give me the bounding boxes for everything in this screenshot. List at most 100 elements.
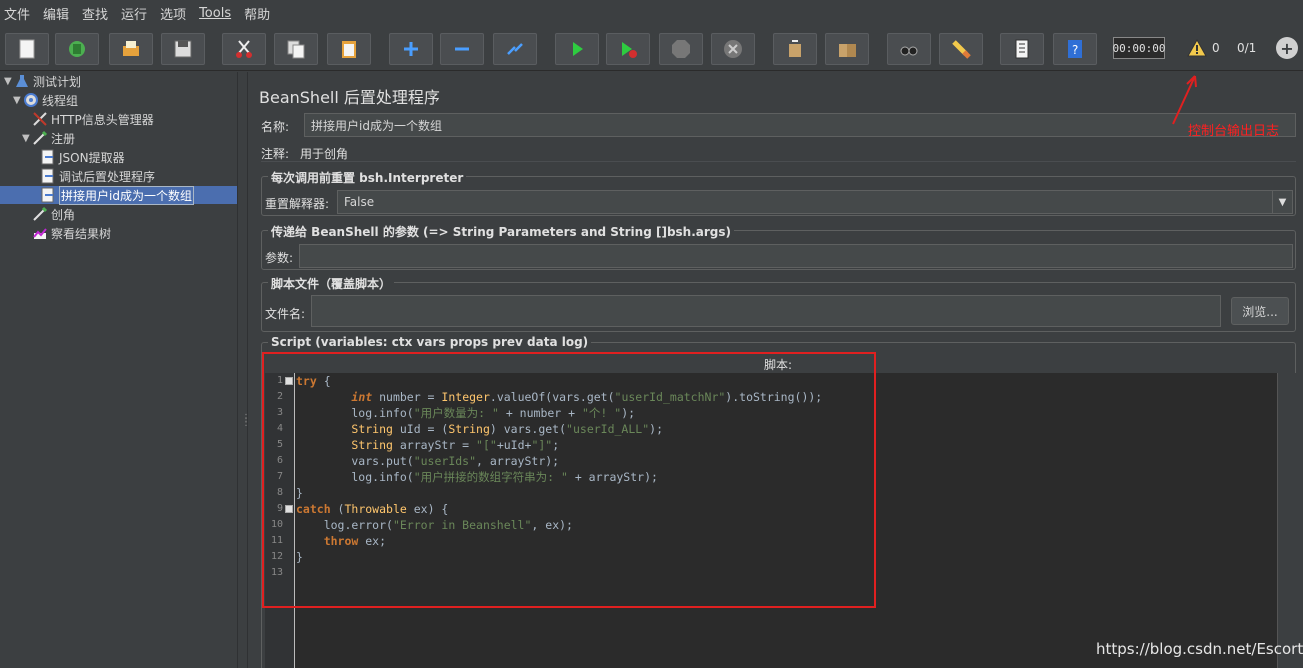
copy-icon: [287, 40, 305, 59]
tree-node-create-role[interactable]: 创角: [32, 205, 75, 223]
cut-icon: [236, 40, 252, 58]
tree-node-register[interactable]: ▼ 注册: [22, 129, 75, 147]
help-button[interactable]: ?: [1053, 33, 1097, 65]
tree-node-header-manager[interactable]: HTTP信息头管理器: [32, 110, 154, 128]
shutdown-icon: [724, 40, 742, 58]
thread-group-icon: [23, 92, 39, 108]
tree-node-thread-group[interactable]: ▼ 线程组: [13, 91, 78, 109]
name-field[interactable]: 拼接用户id成为一个数组: [304, 113, 1296, 137]
post-processor-icon: [40, 149, 56, 165]
paste-button[interactable]: [327, 33, 371, 65]
help-icon: ?: [1068, 40, 1082, 58]
watermark: https://blog.csdn.net/Escorts: [1096, 640, 1303, 658]
chevron-down-icon[interactable]: ▼: [1272, 191, 1292, 213]
function-helper-icon: [1015, 39, 1029, 59]
collapse-icon: [455, 47, 469, 51]
remote-expand-icon[interactable]: +: [1276, 37, 1298, 59]
tree-node-test-plan[interactable]: ▼ 测试计划: [4, 72, 81, 90]
toolbar: ? 00:00:00 0 0/1 +: [0, 27, 1303, 71]
script-group-title: Script (variables: ctx vars props prev d…: [268, 335, 592, 349]
header-manager-icon: [32, 111, 48, 127]
params-label: 参数:: [265, 251, 294, 265]
collapse-arrow-icon[interactable]: ▼: [13, 95, 23, 106]
menu-help[interactable]: 帮助: [244, 4, 270, 23]
paste-icon: [342, 41, 356, 58]
warning-count: 0: [1212, 41, 1220, 55]
copy-button[interactable]: [274, 33, 318, 65]
menu-file[interactable]: 文件: [4, 4, 30, 23]
menu-bar: 文件 编辑 查找 运行 选项 Tools 帮助: [0, 0, 1303, 27]
listener-icon: [32, 225, 48, 241]
clear-button[interactable]: [773, 33, 817, 65]
sampler-icon: [32, 130, 48, 146]
tree-node-debug-post-processor[interactable]: 调试后置处理程序: [40, 167, 155, 185]
save-icon: [174, 40, 192, 58]
file-group-title: 脚本文件（覆盖脚本）: [268, 275, 395, 292]
reset-select[interactable]: False ▼: [337, 190, 1293, 214]
reset-select-value: False: [344, 195, 375, 209]
clear-all-icon: [839, 44, 856, 57]
templates-icon: [69, 41, 85, 57]
menu-search[interactable]: 查找: [82, 4, 108, 23]
menu-edit[interactable]: 编辑: [43, 4, 69, 23]
expand-all-button[interactable]: [389, 33, 433, 65]
file-label: 文件名:: [265, 307, 306, 321]
open-button[interactable]: [109, 33, 153, 65]
test-plan-icon: [14, 73, 30, 89]
menu-run[interactable]: 运行: [121, 4, 147, 23]
tree-node-beanshell-post-processor[interactable]: 拼接用户id成为一个数组: [0, 185, 237, 205]
reset-interpreter-group: 每次调用前重置 bsh.Interpreter 重置解释器: False ▼: [261, 169, 1296, 216]
expand-icon: [404, 42, 418, 56]
templates-button[interactable]: [55, 33, 99, 65]
menu-tools[interactable]: Tools: [199, 6, 231, 21]
page-title: BeanShell 后置处理程序: [259, 88, 440, 107]
reset-label: 重置解释器:: [265, 197, 330, 211]
function-helper-button[interactable]: [1000, 33, 1044, 65]
save-button[interactable]: [161, 33, 205, 65]
collapse-arrow-icon[interactable]: ▼: [22, 133, 32, 144]
toggle-icon: [507, 43, 523, 55]
cut-button[interactable]: [222, 33, 266, 65]
shutdown-button[interactable]: [711, 33, 755, 65]
reset-group-title: 每次调用前重置 bsh.Interpreter: [268, 169, 467, 186]
new-button[interactable]: [5, 33, 49, 65]
stop-button[interactable]: [659, 33, 703, 65]
sampler-icon: [32, 206, 48, 222]
start-no-pause-button[interactable]: [606, 33, 650, 65]
start-button[interactable]: [555, 33, 599, 65]
collapse-arrow-icon[interactable]: ▼: [4, 76, 14, 87]
splitter-handle[interactable]: ⋮ ⋮: [237, 72, 251, 668]
start-no-pause-icon: [622, 42, 637, 58]
name-label: 名称:: [261, 120, 290, 134]
annotation-text: 控制台输出日志: [1188, 124, 1280, 139]
search-button[interactable]: [887, 33, 931, 65]
browse-button[interactable]: 浏览...: [1231, 297, 1289, 325]
tree-node-view-results-tree[interactable]: 察看结果树: [32, 224, 111, 242]
stop-icon: [672, 40, 690, 58]
active-threads: 0/1: [1237, 41, 1257, 55]
tree-node-json-extractor[interactable]: JSON提取器: [40, 148, 125, 166]
params-group-title: 传递给 BeanShell 的参数 (=> String Parameters …: [268, 223, 735, 240]
collapse-all-button[interactable]: [440, 33, 484, 65]
warning-icon[interactable]: [1187, 38, 1207, 60]
test-plan-tree: ▼ 测试计划 ▼ 线程组 HTTP信息头管理器 ▼ 注册 JSON提取器 调试后…: [0, 72, 237, 668]
comment-row: [261, 141, 1296, 162]
svg-text:?: ?: [1072, 43, 1078, 57]
script-highlight-box: [262, 352, 876, 608]
open-icon: [123, 41, 139, 56]
reset-search-icon: [952, 40, 971, 59]
clear-all-button[interactable]: [825, 33, 869, 65]
editor-scrollbar[interactable]: [1277, 373, 1297, 668]
clear-icon: [789, 40, 801, 57]
params-field[interactable]: [299, 244, 1293, 268]
script-file-group: 脚本文件（覆盖脚本） 文件名: 浏览...: [261, 275, 1296, 332]
menu-options[interactable]: 选项: [160, 4, 186, 23]
post-processor-icon: [40, 187, 56, 203]
start-icon: [573, 42, 583, 56]
new-icon: [19, 39, 35, 59]
parameters-group: 传递给 BeanShell 的参数 (=> String Parameters …: [261, 223, 1296, 270]
reset-search-button[interactable]: [939, 33, 983, 65]
toggle-button[interactable]: [493, 33, 537, 65]
filename-field[interactable]: [311, 295, 1221, 327]
elapsed-timer: 00:00:00: [1113, 37, 1166, 59]
